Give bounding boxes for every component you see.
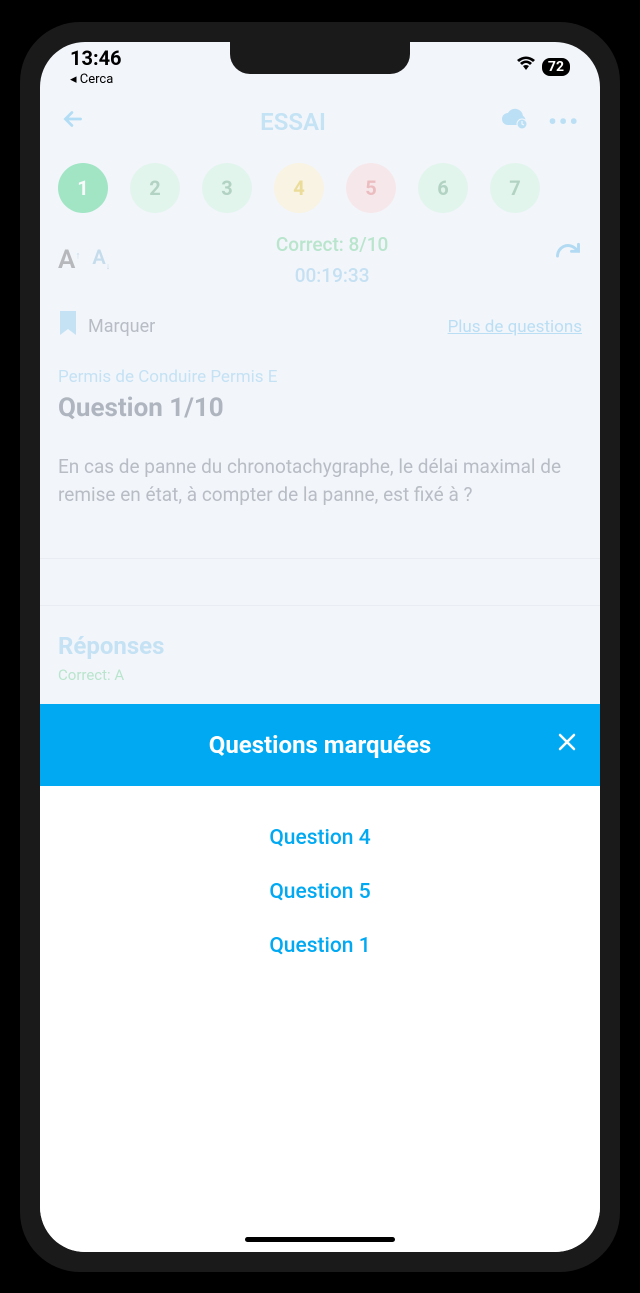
question-category: Permis de Conduire Permis E (58, 367, 582, 387)
marked-question-item[interactable]: Question 4 (269, 826, 370, 850)
sheet-title: Questions marquées (209, 731, 431, 759)
divider (40, 558, 600, 559)
correct-count: Correct: 8/10 (110, 233, 554, 256)
question-nav-pills: 1 2 3 4 5 6 7 (40, 153, 600, 223)
back-arrow-icon[interactable] (60, 106, 86, 139)
phone-notch (230, 42, 410, 74)
phone-frame: 13:46 ◂ Cerca 72 ESSAI • (20, 22, 620, 1272)
question-number: Question 1/10 (58, 393, 582, 423)
question-pill-2[interactable]: 2 (130, 163, 180, 213)
question-pill-7[interactable]: 7 (490, 163, 540, 213)
cloud-sync-icon[interactable] (500, 107, 530, 138)
marquer-label[interactable]: Marquer (88, 316, 155, 337)
refresh-icon[interactable] (554, 242, 582, 277)
screen: 13:46 ◂ Cerca 72 ESSAI • (40, 42, 600, 1252)
status-time: 13:46 (70, 46, 122, 70)
score-row: A↑ A↓ Correct: 8/10 00:19:33 (40, 223, 600, 297)
marquer-row: Marquer Plus de questions (40, 297, 600, 357)
sheet-header: Questions marquées (40, 704, 600, 786)
answers-title: Réponses (58, 632, 582, 660)
more-menu-icon[interactable]: ••• (548, 108, 580, 136)
home-indicator[interactable] (245, 1237, 395, 1242)
close-icon[interactable] (556, 731, 578, 759)
question-section: Permis de Conduire Permis E Question 1/1… (40, 357, 600, 550)
question-pill-4[interactable]: 4 (274, 163, 324, 213)
marked-question-item[interactable]: Question 5 (269, 880, 370, 904)
more-questions-link[interactable]: Plus de questions (448, 317, 582, 337)
sheet-list: Question 4 Question 5 Question 1 (40, 786, 600, 998)
dimmed-background: ESSAI ••• 1 2 3 4 5 6 7 A↑ (40, 92, 600, 702)
battery-level: 72 (542, 58, 570, 76)
font-decrease-icon[interactable]: A↓ (92, 245, 110, 275)
answers-section: Réponses Correct: A (40, 614, 600, 702)
question-pill-6[interactable]: 6 (418, 163, 468, 213)
question-pill-1[interactable]: 1 (58, 163, 108, 213)
correct-answer-label: Correct: A (58, 666, 582, 684)
page-title: ESSAI (86, 108, 500, 136)
wifi-icon (516, 56, 536, 77)
question-text: En cas de panne du chronotachygraphe, le… (58, 453, 582, 510)
timer: 00:19:33 (110, 264, 554, 287)
font-increase-icon[interactable]: A↑ (58, 245, 80, 275)
app-header: ESSAI ••• (40, 92, 600, 153)
bookmark-icon[interactable] (58, 311, 78, 343)
divider (40, 605, 600, 606)
question-pill-3[interactable]: 3 (202, 163, 252, 213)
status-back-app[interactable]: ◂ Cerca (70, 72, 122, 87)
question-pill-5[interactable]: 5 (346, 163, 396, 213)
marked-questions-sheet: Questions marquées Question 4 Question 5… (40, 704, 600, 1252)
marked-question-item[interactable]: Question 1 (269, 934, 370, 958)
